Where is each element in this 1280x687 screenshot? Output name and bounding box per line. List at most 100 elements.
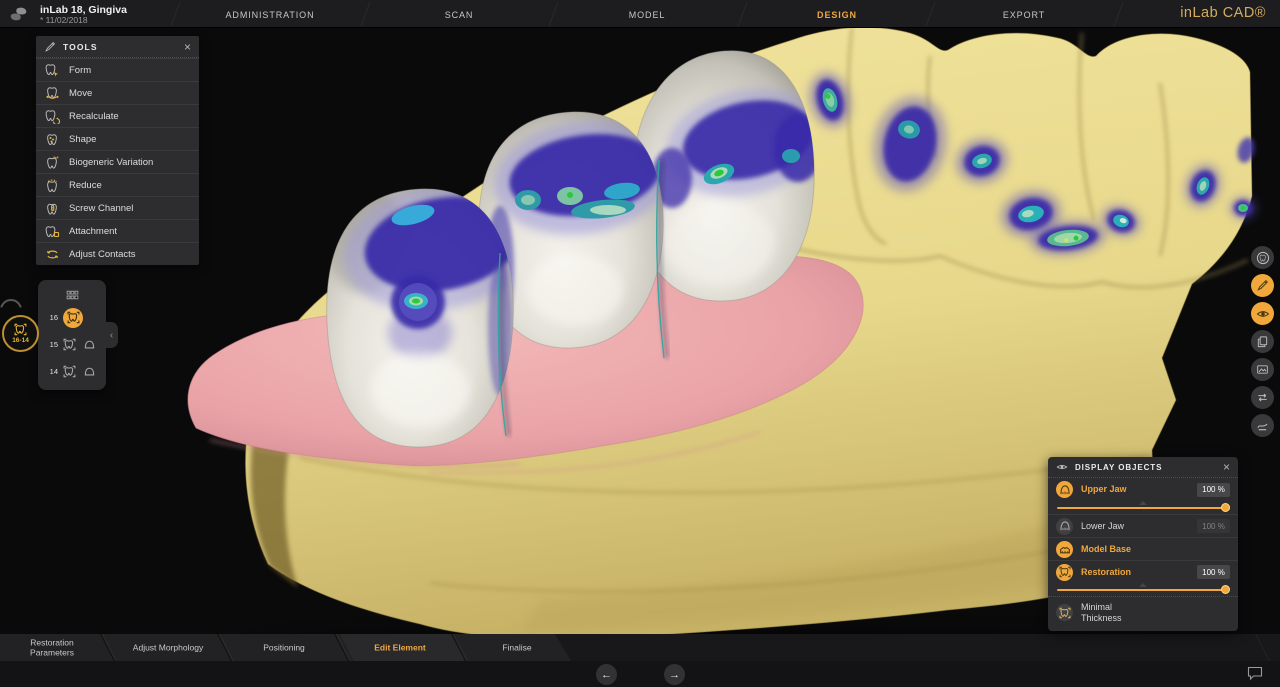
right-toolbar [1251, 246, 1274, 437]
adjust-contacts-icon [45, 247, 60, 262]
tool-item-form[interactable]: Form [36, 58, 199, 81]
step-divider [219, 634, 234, 661]
copy-objects-icon[interactable] [1251, 330, 1274, 353]
shape-tooth-icon [45, 132, 60, 147]
tool-item-attachment[interactable]: Attachment [36, 219, 199, 242]
step-positioning[interactable]: Positioning [241, 642, 327, 653]
slider-handle[interactable] [1221, 503, 1230, 512]
restoration-range-badge[interactable]: 16-14 [2, 315, 39, 352]
screw-channel-icon [45, 201, 60, 216]
tool-item-recalculate[interactable]: Recalculate [36, 104, 199, 127]
bottom-navigation-strip: ← → [0, 661, 1280, 687]
tooth-16-selected-button[interactable] [63, 308, 83, 328]
display-row-model-base[interactable]: Model Base [1048, 537, 1238, 560]
brand-logotype: inLab CAD® [1180, 5, 1266, 21]
tooth-row-16[interactable]: 16 [38, 304, 106, 331]
display-row-upper-jaw[interactable]: Upper Jaw 100 % [1048, 478, 1238, 501]
chat-bubble-icon[interactable] [1247, 666, 1264, 681]
tool-item-shape[interactable]: Shape [36, 127, 199, 150]
step-finalise[interactable]: Finalise [474, 642, 560, 653]
bracket-tooth-icon[interactable] [63, 338, 76, 351]
model-base-icon [1056, 541, 1073, 558]
display-row-label: Lower Jaw [1081, 521, 1197, 532]
tooth-circle-icon[interactable] [1251, 246, 1274, 269]
form-tooth-cursor-icon [45, 63, 60, 78]
opacity-value: 100 % [1197, 519, 1230, 533]
window-view-icon[interactable] [1251, 358, 1274, 381]
display-row-label: Minimal Thickness [1081, 602, 1141, 624]
tooth-chart-icon [38, 280, 106, 304]
tab-scan[interactable]: SCAN [445, 10, 474, 20]
display-row-minimal-thickness[interactable]: Minimal Thickness [1048, 596, 1238, 628]
case-date: * 11/02/2018 [40, 16, 127, 26]
eye-icon[interactable] [1251, 302, 1274, 325]
tool-item-label: Recalculate [69, 111, 119, 122]
workflow-steps-bar: Restoration Parameters Adjust Morphology… [0, 634, 1280, 661]
tooth-number: 15 [45, 340, 58, 349]
tab-model[interactable]: MODEL [629, 10, 666, 20]
nav-divider [361, 2, 371, 27]
crown-cap-icon[interactable] [83, 365, 96, 378]
tooth-number: 16 [45, 313, 58, 322]
slider-track [1057, 507, 1227, 509]
tool-item-label: Attachment [69, 226, 117, 237]
bracket-tooth-icon [67, 311, 80, 324]
tooth-number: 14 [45, 367, 58, 376]
attachment-icon [45, 224, 60, 239]
tool-item-label: Biogeneric Variation [69, 157, 153, 168]
display-row-label: Restoration [1081, 567, 1197, 578]
tool-item-screw-channel[interactable]: Screw Channel [36, 196, 199, 219]
tool-item-label: Reduce [69, 180, 102, 191]
restoration-opacity-slider[interactable] [1056, 583, 1230, 596]
nav-divider [926, 2, 936, 27]
tool-item-label: Shape [69, 134, 96, 145]
case-title-block: inLab 18, Gingiva * 11/02/2018 [40, 4, 127, 26]
crown-cap-icon[interactable] [83, 338, 96, 351]
display-row-lower-jaw[interactable]: Lower Jaw 100 % [1048, 514, 1238, 537]
tool-item-biogeneric-variation[interactable]: Biogeneric Variation [36, 150, 199, 173]
display-row-restoration[interactable]: Restoration 100 % [1048, 560, 1238, 583]
nav-divider [1114, 2, 1124, 27]
bracket-tooth-icon [14, 323, 27, 336]
tab-export[interactable]: EXPORT [1003, 10, 1045, 20]
tab-administration[interactable]: ADMINISTRATION [226, 10, 315, 20]
step-divider [217, 634, 232, 661]
tooth-row-15[interactable]: 15 [38, 331, 106, 358]
close-icon[interactable]: × [1223, 461, 1230, 473]
move-tooth-icon [45, 86, 60, 101]
upper-jaw-opacity-slider[interactable] [1056, 501, 1230, 514]
tool-item-label: Form [69, 65, 91, 76]
upper-jaw-icon [1056, 481, 1073, 498]
display-objects-header: DISPLAY OBJECTS × [1048, 457, 1238, 478]
collapse-chevron-icon[interactable]: ‹ [105, 322, 118, 348]
reduce-tooth-icon [45, 178, 60, 193]
step-restoration-parameters[interactable]: Restoration Parameters [9, 637, 95, 658]
workflow-steps-strip: Restoration Parameters Adjust Morphology… [0, 634, 578, 661]
next-step-button[interactable]: → [664, 664, 685, 685]
tab-design[interactable]: DESIGN [817, 10, 857, 20]
slider-caret-icon [1139, 583, 1147, 587]
tool-item-label: Move [69, 88, 92, 99]
step-edit-element[interactable]: Edit Element [357, 642, 443, 653]
tooth-row-14[interactable]: 14 [38, 358, 106, 385]
tool-item-reduce[interactable]: Reduce [36, 173, 199, 196]
nav-divider [738, 2, 748, 27]
minimal-thickness-icon [1056, 604, 1073, 621]
tool-item-move[interactable]: Move [36, 81, 199, 104]
gingiva-wave-icon[interactable] [1251, 414, 1274, 437]
pen-tool-icon[interactable] [1251, 274, 1274, 297]
back-step-button[interactable]: ← [596, 664, 617, 685]
display-row-label: Model Base [1081, 544, 1230, 555]
display-objects-panel: DISPLAY OBJECTS × Upper Jaw 100 % Lower … [1048, 457, 1238, 631]
nav-divider [171, 2, 181, 27]
display-row-label: Upper Jaw [1081, 484, 1197, 495]
swap-arrows-icon[interactable] [1251, 386, 1274, 409]
close-icon[interactable]: × [184, 41, 191, 53]
step-adjust-morphology[interactable]: Adjust Morphology [125, 642, 211, 653]
bracket-tooth-icon[interactable] [63, 365, 76, 378]
tools-panel-header: TOOLS × [36, 36, 199, 58]
slider-handle[interactable] [1221, 585, 1230, 594]
tool-item-adjust-contacts[interactable]: Adjust Contacts [36, 242, 199, 265]
sirona-logo-icon [8, 4, 29, 24]
top-menu-bar: inLab 18, Gingiva * 11/02/2018 ADMINISTR… [0, 0, 1280, 28]
